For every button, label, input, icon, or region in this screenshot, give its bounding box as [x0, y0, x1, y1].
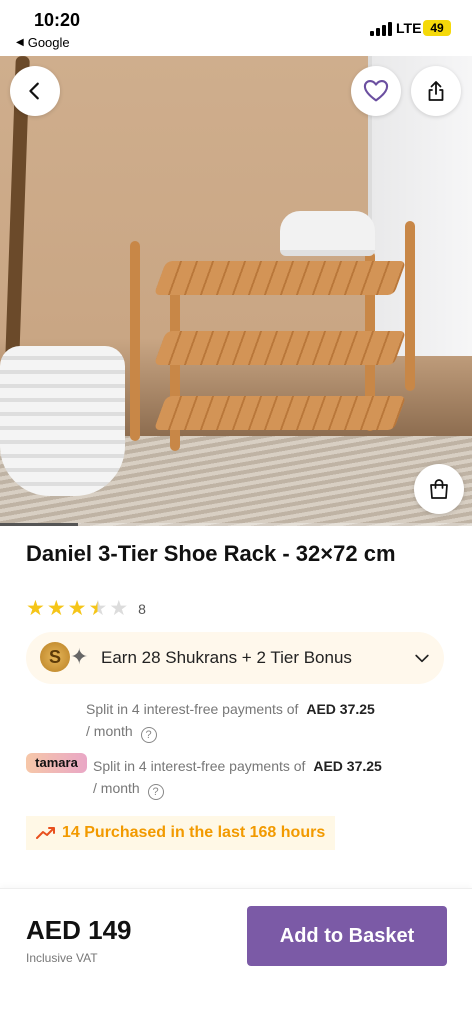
empty-star-icon: ★: [109, 597, 129, 620]
add-to-basket-button[interactable]: Add to Basket: [247, 906, 447, 966]
installment-text: Split in 4 interest-free payments of: [93, 758, 306, 774]
vat-note: Inclusive VAT: [26, 951, 98, 965]
signal-icon: [370, 22, 392, 36]
installment-period: / month: [93, 780, 140, 796]
installment-offer: Split in 4 interest-free payments of AED…: [86, 698, 436, 743]
battery-icon: 49: [423, 20, 451, 36]
shoes-illustration: [280, 211, 375, 256]
share-button[interactable]: [411, 66, 461, 116]
installment-amount: AED 37.25: [306, 701, 375, 717]
star-icon: ★: [26, 597, 45, 620]
rating-stars[interactable]: ★ ★ ★ ★ ★ 8: [26, 598, 146, 620]
installment-text: Split in 4 interest-free payments of: [86, 701, 299, 717]
heart-icon: [363, 80, 389, 102]
plant-pot-illustration: [0, 346, 125, 496]
view-basket-button[interactable]: [414, 464, 464, 514]
help-icon[interactable]: ?: [147, 784, 164, 800]
shukran-rewards-banner[interactable]: S ✦ Earn 28 Shukrans + 2 Tier Bonus: [26, 632, 444, 684]
back-button[interactable]: [10, 66, 60, 116]
image-carousel-indicator: [0, 523, 472, 526]
share-icon: [428, 81, 444, 101]
sparkle-icon: ✦: [70, 644, 89, 669]
back-app-label: Google: [27, 35, 70, 50]
product-title: Daniel 3-Tier Shoe Rack - 32×72 cm: [26, 541, 396, 566]
help-icon[interactable]: ?: [140, 727, 157, 743]
half-star-icon: ★: [88, 597, 108, 620]
trending-up-icon: [36, 827, 55, 839]
rating-count: 8: [138, 601, 146, 617]
chevron-down-icon[interactable]: [412, 648, 432, 668]
status-time: 10:20: [34, 10, 81, 30]
star-icon: ★: [67, 597, 87, 620]
shukran-coin-icon: S: [40, 642, 70, 672]
status-bar: 10:20 ◀ Google LTE 49: [0, 0, 472, 56]
shoe-rack-illustration: [130, 211, 420, 451]
wishlist-button[interactable]: [351, 66, 401, 116]
shopping-bag-icon: [430, 479, 448, 499]
shukran-text: Earn 28 Shukrans + 2 Tier Bonus: [101, 648, 352, 667]
tamara-installment-offer: Split in 4 interest-free payments of AED…: [93, 755, 443, 800]
carousel-indicator-thumb: [0, 523, 78, 526]
checkout-bar: AED 149 Inclusive VAT Add to Basket: [0, 888, 472, 1024]
purchase-activity-text: 14 Purchased in the last 168 hours: [62, 824, 326, 841]
back-icon: [29, 82, 39, 100]
product-price: AED 149: [26, 915, 132, 945]
back-triangle-icon: ◀: [16, 37, 24, 48]
product-image[interactable]: [0, 56, 472, 526]
network-label: LTE: [396, 20, 422, 36]
back-to-app-link[interactable]: ◀ Google: [16, 35, 70, 50]
star-icon: ★: [46, 597, 66, 620]
tamara-logo: tamara: [26, 753, 87, 773]
installment-period: / month: [86, 723, 133, 739]
purchase-activity-badge: 14 Purchased in the last 168 hours: [26, 816, 336, 850]
installment-amount: AED 37.25: [313, 758, 382, 774]
